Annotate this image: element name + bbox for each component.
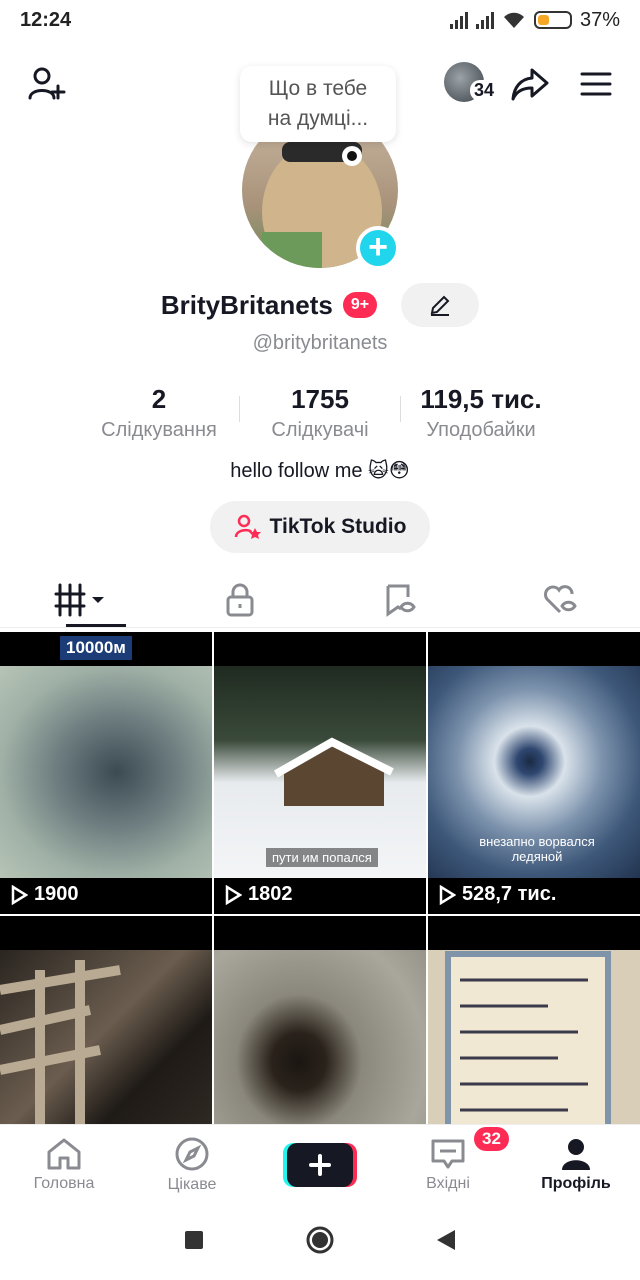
nav-inbox[interactable]: Вхідні 32 [384,1125,512,1204]
profile-icon [562,1138,590,1170]
bookmark-eye-icon [386,584,416,617]
stat-value: 1755 [291,384,349,414]
nav-home[interactable]: Головна [0,1125,128,1204]
stairs-image [0,960,121,1130]
pencil-icon [430,295,450,316]
square-icon [185,1230,203,1249]
home-system-button[interactable] [305,1225,335,1260]
video-thumbnail-image [214,666,426,878]
inbox-icon [431,1139,465,1168]
stat-following[interactable]: 2 Слідкування [79,384,239,444]
video-grid: 10000м 1900 пути им попался 1802 внезапн… [0,632,640,1198]
studio-icon [234,514,261,539]
name-row: BrityBritanets 9+ [0,282,640,328]
inbox-badge: 32 [472,1125,511,1153]
studio-label: TikTok Studio [269,515,407,538]
nav-home-label: Головна [33,1174,95,1192]
nav-profile[interactable]: Профіль [512,1125,640,1204]
tab-reposts[interactable] [320,572,480,627]
video-thumbnail[interactable]: 10000м 1900 [0,632,212,914]
video-overlay-text: пути им попался [266,848,378,867]
status-bar: 12:24 37% [0,0,640,40]
back-button[interactable] [435,1228,457,1257]
bottom-navigation: Головна Цікаве Вхідні 32 Профіль [0,1124,640,1204]
stat-label: Уподобайки [426,419,536,441]
play-icon [225,884,242,905]
stat-followers[interactable]: 1755 Слідкувачі [240,384,400,444]
signal-icon-2 [475,11,494,29]
wifi-icon [503,12,524,28]
video-thumbnail[interactable]: внезапно ворвался ледяной 528,7 тис. [428,632,640,914]
stat-likes[interactable]: 119,5 тис. Уподобайки [401,384,561,444]
recents-button[interactable] [183,1229,205,1256]
add-friend-button[interactable] [22,60,70,108]
battery-percent: 37% [579,8,620,31]
tab-videos[interactable] [0,572,160,627]
video-thumbnail[interactable]: пути им попался 1802 [214,632,426,914]
content-tabs [0,572,640,628]
tab-liked[interactable] [480,572,640,627]
home-icon [47,1138,81,1169]
system-navigation [0,1204,640,1280]
video-view-count: 1900 [34,883,79,905]
bubble-line-2: на думці... [267,107,369,130]
edit-profile-button[interactable] [401,283,480,327]
play-icon [439,884,456,905]
back-triangle-icon [437,1229,455,1250]
nav-inbox-label: Вхідні [426,1174,470,1192]
share-icon [511,68,549,101]
user-handle: @britybritanets [252,332,388,354]
video-views: 1900 [10,883,79,906]
play-icon [11,884,28,905]
videos-grid-icon [54,583,104,616]
tiktok-studio-button[interactable]: TikTok Studio [210,501,430,553]
video-overlay-text: внезапно ворвался ледяной [479,834,595,864]
stat-label: Слідкувачі [271,419,369,441]
heart-eye-icon [544,584,577,613]
video-view-count: 528,7 тис. [462,883,557,905]
battery-icon [533,11,572,29]
stats-row: 2 Слідкування 1755 Слідкувачі 119,5 тис.… [0,384,640,444]
menu-button[interactable] [572,60,620,108]
stat-value: 2 [151,384,167,414]
nav-profile-label: Профіль [541,1174,611,1192]
video-view-count: 1802 [248,883,293,905]
status-icons: 37% [449,8,620,32]
stat-label: Слідкування [101,419,217,441]
status-time: 12:24 [20,8,72,31]
cabin-image [274,737,394,806]
hamburger-icon [580,72,612,96]
signal-icon [449,11,468,29]
compass-icon [175,1137,209,1170]
stat-value: 119,5 тис. [420,384,542,414]
video-thumbnail-image [0,666,212,878]
create-button[interactable] [287,1142,353,1187]
profile-bio: hello follow me 🙀😳 [230,460,410,482]
nav-discover[interactable]: Цікаве [128,1125,256,1204]
plus-icon [309,1153,331,1176]
video-views: 1802 [224,883,293,906]
add-story-button[interactable]: + [356,226,400,270]
notification-badge[interactable]: 9+ [342,292,378,318]
display-name: BrityBritanets [160,289,333,320]
share-profile-button[interactable] [506,60,554,108]
video-views: 528,7 тис. [438,883,556,906]
add-user-icon [28,67,66,100]
lock-icon [226,583,254,616]
nav-discover-label: Цікаве [167,1175,217,1193]
bubble-line-1: Що в тебе [268,77,368,100]
video-overlay-text: 10000м [60,636,132,660]
tab-private[interactable] [160,572,320,627]
status-note-bubble[interactable]: Що в тебе на думці... [240,66,396,142]
nav-create[interactable] [256,1125,384,1204]
stories-count: 34 [470,80,499,101]
circle-icon [306,1226,334,1253]
